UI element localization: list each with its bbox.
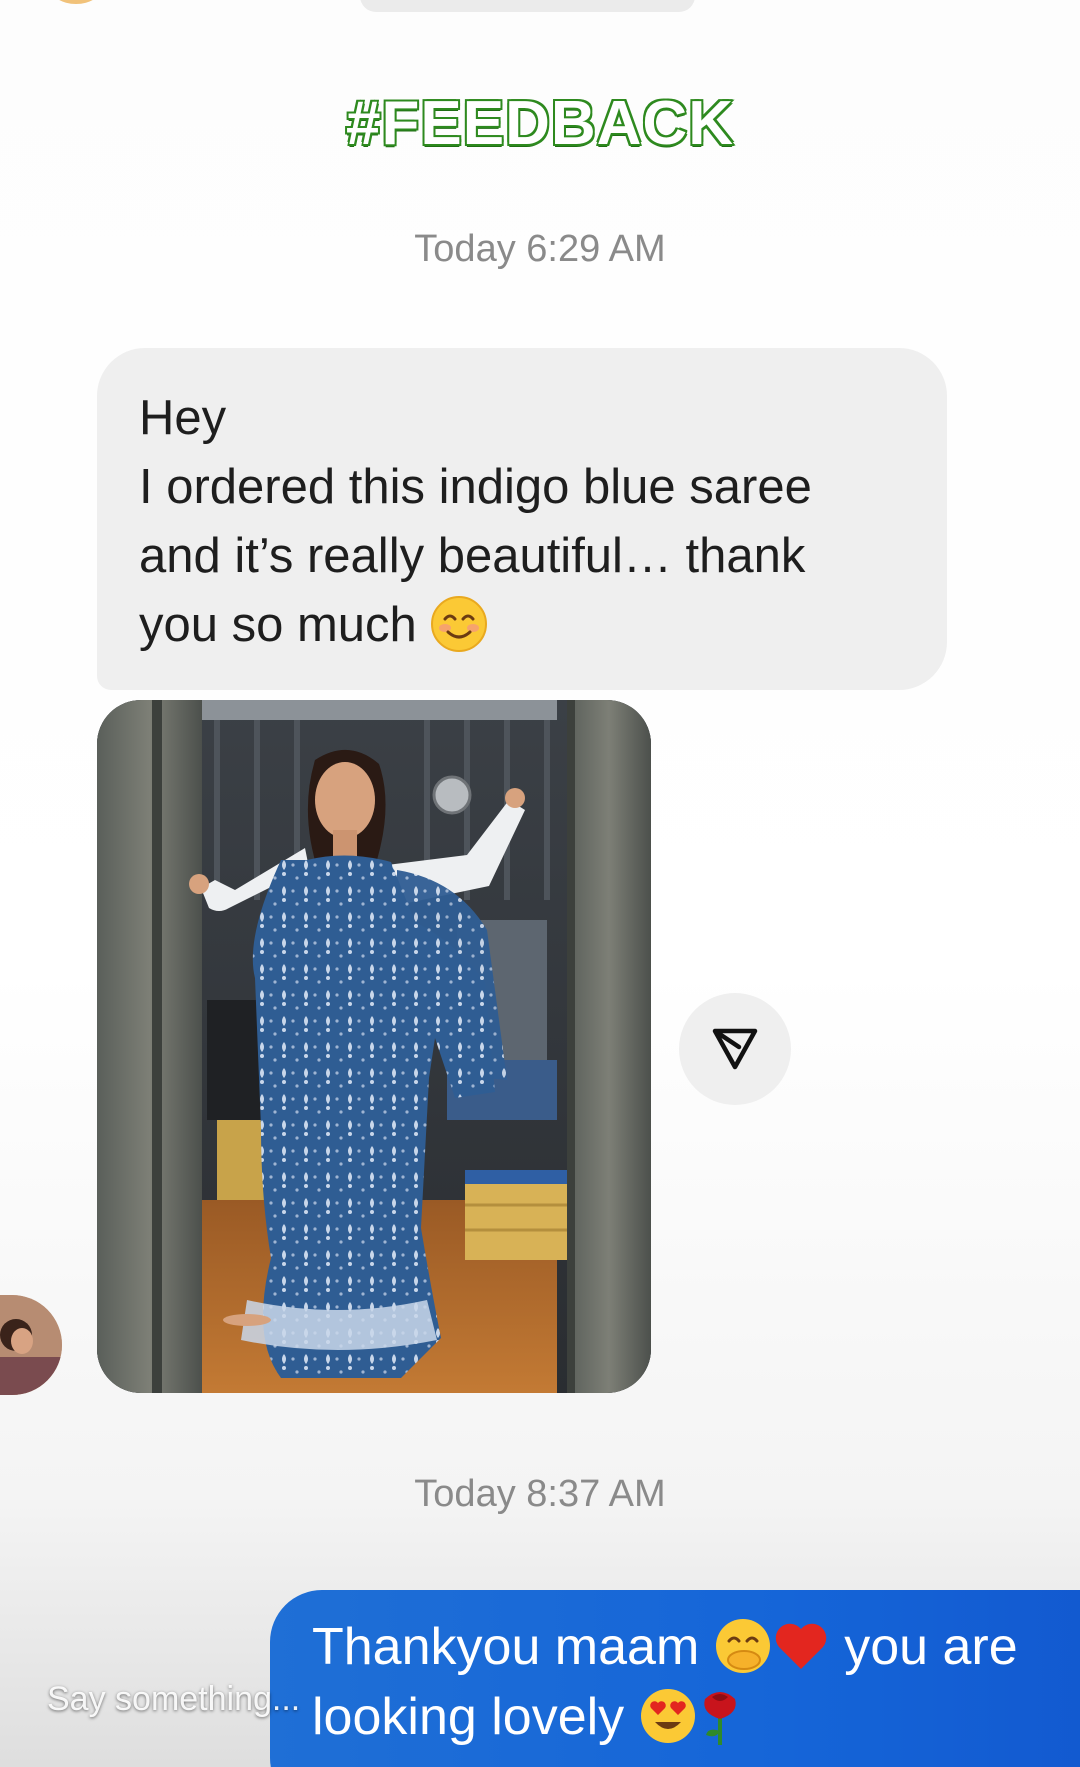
message-line: Hey (139, 391, 227, 445)
message-timestamp: Today 6:29 AM (414, 228, 666, 270)
rose-icon (697, 1685, 743, 1747)
message-line: I ordered this indigo blue saree (139, 460, 812, 514)
sender-avatar[interactable] (0, 1295, 62, 1395)
message-text: Thankyou maam (312, 1618, 700, 1676)
feedback-hashtag-sticker: #FEEDBACK (345, 88, 735, 160)
woman-in-indigo-saree-photo[interactable] (97, 700, 651, 1393)
message-timestamp: Today 8:37 AM (414, 1473, 666, 1515)
message-line-text: you so much (139, 598, 417, 652)
message-line-with-emoji: you so much (139, 591, 907, 660)
incoming-message-bubble[interactable]: Hey I ordered this indigo blue saree and… (97, 348, 947, 690)
message-line: Thankyou maam you are (312, 1612, 1080, 1682)
chat-screen: #FEEDBACK Today 6:29 AM Hey I ordered th… (0, 0, 1080, 1767)
message-text: you are (844, 1618, 1018, 1676)
smiling-face-icon (430, 595, 488, 653)
hand-over-mouth-icon (714, 1617, 772, 1675)
top-avatar (50, 0, 102, 4)
heart-eyes-icon (639, 1687, 697, 1745)
share-button[interactable] (679, 993, 791, 1105)
message-line: and it’s really beautiful… thank (139, 529, 806, 583)
outgoing-message-bubble[interactable]: Thankyou maam you are looking lovely (270, 1590, 1080, 1767)
send-icon (712, 1028, 758, 1070)
top-bar-pill (360, 0, 695, 12)
red-heart-icon (772, 1617, 830, 1675)
message-line: looking lovely (312, 1682, 1080, 1752)
reply-input[interactable]: Say something... (47, 1680, 300, 1719)
message-text: looking lovely (312, 1688, 625, 1746)
